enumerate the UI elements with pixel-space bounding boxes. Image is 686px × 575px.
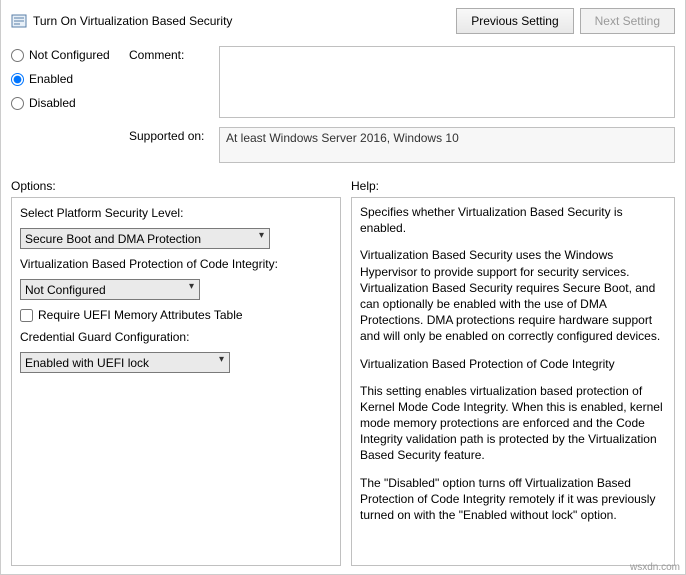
comment-row: Comment:: [129, 46, 675, 121]
radio-not-configured[interactable]: Not Configured: [11, 48, 129, 62]
next-setting-button[interactable]: Next Setting: [580, 8, 675, 34]
credential-guard-label: Credential Guard Configuration:: [20, 330, 332, 344]
options-panel: Select Platform Security Level: Secure B…: [11, 197, 341, 566]
help-text: Specifies whether Virtualization Based S…: [360, 204, 666, 236]
bottom-area: Select Platform Security Level: Secure B…: [11, 197, 675, 566]
radio-disabled-input[interactable]: [11, 97, 24, 110]
radio-not-configured-label: Not Configured: [29, 48, 110, 62]
nav-buttons: Previous Setting Next Setting: [456, 8, 675, 34]
radio-enabled[interactable]: Enabled: [11, 72, 129, 86]
header-row: Turn On Virtualization Based Security Pr…: [11, 8, 675, 34]
credential-guard-select[interactable]: Enabled with UEFI lock: [20, 352, 230, 373]
radio-not-configured-input[interactable]: [11, 49, 24, 62]
help-label: Help:: [351, 179, 675, 193]
help-text: Virtualization Based Protection of Code …: [360, 356, 666, 372]
watermark: wsxdn.com: [630, 562, 680, 573]
platform-security-select[interactable]: Secure Boot and DMA Protection: [20, 228, 270, 249]
options-label: Options:: [11, 179, 341, 193]
platform-security-label: Select Platform Security Level:: [20, 206, 332, 220]
page-title: Turn On Virtualization Based Security: [33, 14, 232, 28]
radio-enabled-input[interactable]: [11, 73, 24, 86]
section-labels: Options: Help:: [11, 179, 675, 193]
supported-label: Supported on:: [129, 127, 209, 163]
supported-row: Supported on: At least Windows Server 20…: [11, 127, 675, 163]
radio-group: Not Configured Enabled Disabled: [11, 46, 129, 121]
help-text: Virtualization Based Security uses the W…: [360, 247, 666, 344]
previous-setting-button[interactable]: Previous Setting: [456, 8, 573, 34]
help-panel[interactable]: Specifies whether Virtualization Based S…: [351, 197, 675, 566]
title-area: Turn On Virtualization Based Security: [11, 13, 232, 29]
comment-input[interactable]: [219, 46, 675, 118]
policy-icon: [11, 13, 27, 29]
radio-disabled[interactable]: Disabled: [11, 96, 129, 110]
comment-label: Comment:: [129, 46, 209, 121]
help-text: This setting enables virtualization base…: [360, 383, 666, 464]
help-text: The "Disabled" option turns off Virtuali…: [360, 475, 666, 524]
code-integrity-label: Virtualization Based Protection of Code …: [20, 257, 332, 271]
config-upper: Not Configured Enabled Disabled Comment:: [11, 46, 675, 121]
radio-disabled-label: Disabled: [29, 96, 76, 110]
radio-enabled-label: Enabled: [29, 72, 73, 86]
uefi-checkbox-label: Require UEFI Memory Attributes Table: [38, 308, 243, 322]
uefi-checkbox-row[interactable]: Require UEFI Memory Attributes Table: [20, 308, 332, 322]
supported-value: At least Windows Server 2016, Windows 10: [219, 127, 675, 163]
uefi-checkbox[interactable]: [20, 309, 33, 322]
dialog-window: Turn On Virtualization Based Security Pr…: [0, 0, 686, 575]
code-integrity-select[interactable]: Not Configured: [20, 279, 200, 300]
